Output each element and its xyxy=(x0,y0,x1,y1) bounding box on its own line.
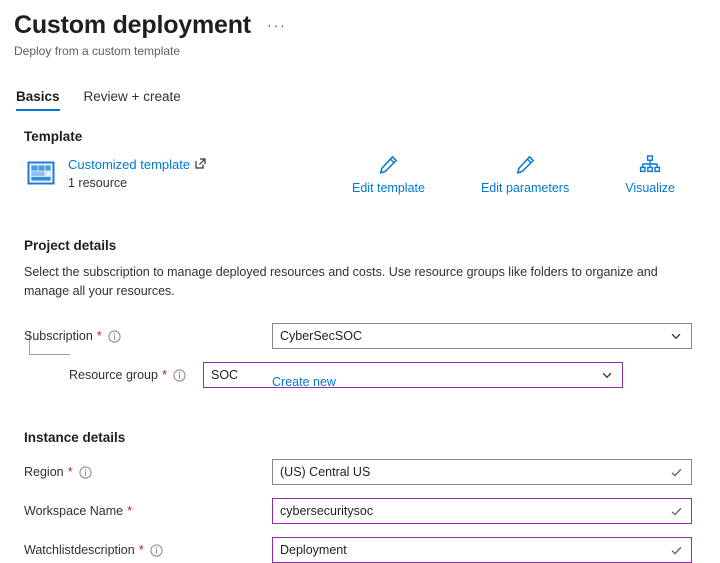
visualize-label: Visualize xyxy=(625,181,675,195)
template-grid-icon xyxy=(26,158,56,188)
workspace-name-input[interactable]: cybersecuritysoc xyxy=(272,498,692,524)
region-label-text: Region xyxy=(24,465,64,479)
resource-group-value: SOC xyxy=(211,368,599,382)
pencil-icon xyxy=(377,152,399,178)
subscription-dropdown[interactable]: CyberSecSOC xyxy=(272,323,692,349)
resource-group-dropdown[interactable]: SOC xyxy=(203,362,623,388)
required-asterisk: * xyxy=(139,544,144,556)
watchlistdescription-label: Watchlistdescription * xyxy=(24,543,163,557)
info-icon[interactable] xyxy=(150,544,163,557)
watchlistdescription-value: Deployment xyxy=(280,543,668,557)
resource-group-label: Resource group * xyxy=(69,368,186,382)
more-options-button[interactable]: ··· xyxy=(267,21,287,31)
required-asterisk: * xyxy=(68,466,73,478)
checkmark-icon xyxy=(668,464,684,480)
edit-template-label: Edit template xyxy=(352,181,425,195)
subscription-row: Subscription * CyberSecSOC xyxy=(0,323,720,349)
region-value: (US) Central US xyxy=(280,465,668,479)
resource-group-label-text: Resource group xyxy=(69,368,158,382)
pencil-icon xyxy=(514,152,536,178)
watchlistdescription-input[interactable]: Deployment xyxy=(272,537,692,563)
watchlistdescription-row: Watchlistdescription * Deployment xyxy=(0,537,720,563)
region-label: Region * xyxy=(24,465,92,479)
create-new-resource-group-link[interactable]: Create new xyxy=(272,375,336,389)
page-subtitle: Deploy from a custom template xyxy=(0,43,720,59)
required-asterisk: * xyxy=(97,330,102,342)
region-dropdown[interactable]: (US) Central US xyxy=(272,459,692,485)
edit-parameters-button[interactable]: Edit parameters xyxy=(481,152,569,195)
workspace-name-label-text: Workspace Name xyxy=(24,504,123,518)
required-asterisk: * xyxy=(127,505,132,517)
edit-parameters-label: Edit parameters xyxy=(481,181,569,195)
tab-basics[interactable]: Basics xyxy=(16,89,60,111)
instance-details-heading: Instance details xyxy=(0,430,720,445)
required-asterisk: * xyxy=(162,369,167,381)
external-link-icon xyxy=(195,157,206,172)
chevron-down-icon xyxy=(599,367,615,383)
page-title: Custom deployment xyxy=(14,10,251,40)
watchlistdescription-label-text: Watchlistdescription xyxy=(24,543,135,557)
template-action-bar: Edit template Edit parameters xyxy=(352,152,675,195)
subscription-value: CyberSecSOC xyxy=(280,329,668,343)
workspace-name-row: Workspace Name * cybersecuritysoc xyxy=(0,498,720,524)
checkmark-icon xyxy=(668,542,684,558)
customized-template-link[interactable]: Customized template xyxy=(68,157,206,172)
tab-list: Basics Review + create xyxy=(0,89,720,111)
region-row: Region * (US) Central US xyxy=(0,459,720,485)
checkmark-icon xyxy=(668,503,684,519)
customized-template-label: Customized template xyxy=(68,157,190,172)
resource-group-row: Resource group * SOC xyxy=(0,362,720,388)
workspace-name-value: cybersecuritysoc xyxy=(280,504,668,518)
template-resource-count: 1 resource xyxy=(68,176,206,190)
hierarchy-icon xyxy=(639,152,661,178)
info-icon[interactable] xyxy=(79,466,92,479)
tab-review-create[interactable]: Review + create xyxy=(84,89,181,111)
chevron-down-icon xyxy=(668,328,684,344)
visualize-button[interactable]: Visualize xyxy=(625,152,675,195)
subscription-label-text: Subscription xyxy=(24,329,93,343)
subscription-label: Subscription * xyxy=(24,329,121,343)
project-details-description: Select the subscription to manage deploy… xyxy=(0,263,714,301)
project-details-heading: Project details xyxy=(0,238,720,253)
template-section-heading: Template xyxy=(0,129,720,144)
edit-template-button[interactable]: Edit template xyxy=(352,152,425,195)
info-icon[interactable] xyxy=(108,330,121,343)
page-header: Custom deployment ··· xyxy=(0,0,720,40)
workspace-name-label: Workspace Name * xyxy=(24,504,132,518)
info-icon[interactable] xyxy=(173,369,186,382)
